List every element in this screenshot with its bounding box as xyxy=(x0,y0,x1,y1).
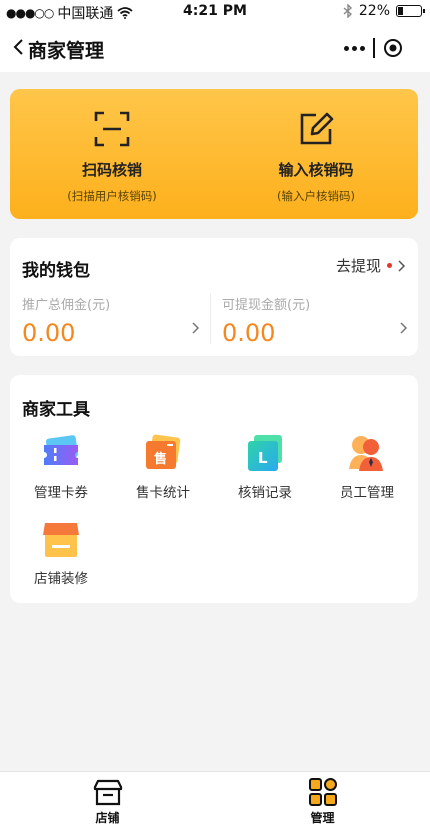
merchant-tools-card: 商家工具 管理卡券 售 售卡统计 L 核销记录 员工管理 店铺装修 xyxy=(10,375,418,603)
wallet-card: 我的钱包 去提现 推广总佣金(元) 0.00 可提现金额(元) 0.00 xyxy=(10,238,418,356)
edit-icon xyxy=(300,112,334,145)
divider xyxy=(210,294,211,344)
sell-badge-text: 售 xyxy=(154,451,167,467)
shop-decor-icon xyxy=(43,523,79,557)
tab-store[interactable]: 店铺 xyxy=(0,772,215,827)
nav-bar: 商家管理 xyxy=(0,24,430,72)
staff-icon xyxy=(349,436,383,471)
total-commission[interactable]: 推广总佣金(元) 0.00 xyxy=(22,294,222,348)
coupon-icon xyxy=(44,435,78,465)
bluetooth-icon xyxy=(343,4,352,18)
tab-manage[interactable]: 管理 xyxy=(215,772,430,827)
record-icon: L xyxy=(248,435,282,471)
chevron-right-icon xyxy=(192,322,200,334)
scan-verify-button[interactable]: 扫码核销 (扫描用户核销码) xyxy=(10,89,214,219)
withdraw-link[interactable]: 去提现 xyxy=(336,255,406,276)
notification-dot xyxy=(387,263,392,268)
wallet-title: 我的钱包 xyxy=(22,261,90,281)
input-code-button[interactable]: 输入核销码 (输入户核销码) xyxy=(214,89,418,219)
sell-card-icon: 售 xyxy=(146,434,181,469)
tool-shop-decoration[interactable]: 店铺装修 xyxy=(10,519,112,587)
scan-verify-sub: (扫描用户核销码) xyxy=(67,189,157,203)
input-code-sub: (输入户核销码) xyxy=(277,189,355,203)
tool-label: 管理卡券 xyxy=(34,485,88,501)
withdraw-label: 去提现 xyxy=(335,257,381,275)
verify-card: 扫码核销 (扫描用户核销码) 输入核销码 (输入户核销码) xyxy=(10,89,418,219)
tool-card-sales-stats[interactable]: 售 售卡统计 xyxy=(112,433,214,501)
withdrawable-caption: 可提现金额(元) xyxy=(222,298,311,313)
battery-level xyxy=(398,7,403,15)
status-bar: ●●●○○ 中国联通 4:21 PM 22% xyxy=(0,0,430,24)
withdrawable-amount[interactable]: 可提现金额(元) 0.00 xyxy=(222,294,422,348)
record-badge-text: L xyxy=(258,449,268,467)
battery-percent: 22% xyxy=(358,3,390,19)
tool-label: 店铺装修 xyxy=(34,571,88,587)
tool-manage-coupons[interactable]: 管理卡券 xyxy=(10,433,112,501)
input-code-label: 输入核销码 xyxy=(278,161,354,179)
grid-icon xyxy=(308,778,337,806)
tool-label: 售卡统计 xyxy=(136,485,190,501)
store-icon xyxy=(93,779,122,806)
battery-icon xyxy=(396,5,425,17)
tab-label: 管理 xyxy=(310,811,335,825)
more-icon[interactable] xyxy=(336,35,373,61)
tools-title: 商家工具 xyxy=(22,400,90,420)
chevron-right-icon xyxy=(400,322,408,334)
mini-program-capsule xyxy=(336,35,412,61)
close-mini-program-icon[interactable] xyxy=(375,35,412,61)
scan-icon xyxy=(94,111,130,147)
tab-bar: 店铺 管理 xyxy=(0,771,430,827)
tab-label: 店铺 xyxy=(95,811,120,825)
tool-label: 员工管理 xyxy=(340,485,394,501)
tool-label: 核销记录 xyxy=(238,485,292,501)
total-commission-caption: 推广总佣金(元) xyxy=(22,298,111,313)
tool-verify-records[interactable]: L 核销记录 xyxy=(214,433,316,501)
withdrawable-value: 0.00 xyxy=(222,319,276,347)
scan-verify-label: 扫码核销 xyxy=(81,161,142,179)
page-title: 商家管理 xyxy=(28,40,105,62)
tool-staff-management[interactable]: 员工管理 xyxy=(316,433,418,501)
chevron-right-icon xyxy=(398,259,406,272)
